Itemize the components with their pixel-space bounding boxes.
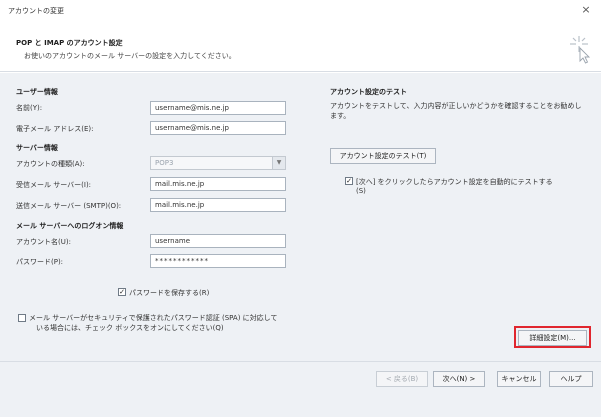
email-label: 電子メール アドレス(E): — [16, 125, 94, 133]
section-server-info: サーバー情報 — [16, 144, 58, 152]
spa-checkbox[interactable] — [18, 314, 26, 322]
account-name-field[interactable]: username — [150, 234, 286, 248]
account-settings-dialog: アカウントの変更 × POP と IMAP のアカウント設定 お使いのアカウント… — [0, 0, 601, 417]
dialog-footer — [0, 361, 601, 417]
window-title: アカウントの変更 — [8, 7, 64, 15]
outgoing-server-label: 送信メール サーバー (SMTP)(O): — [16, 202, 122, 210]
cursor-sparkle-icon — [570, 36, 591, 64]
header-subtitle: お使いのアカウントのメール サーバーの設定を入力してください。 — [24, 52, 236, 60]
account-type-select: POP3 — [150, 156, 286, 170]
auto-test-checkbox[interactable]: ✓ — [345, 177, 353, 185]
highlight-box — [514, 326, 591, 348]
chevron-down-icon: ▼ — [272, 157, 285, 169]
section-test-settings: アカウント設定のテスト — [330, 88, 407, 96]
password-label: パスワード(P): — [16, 258, 64, 266]
section-user-info: ユーザー情報 — [16, 88, 58, 96]
section-logon-info: メール サーバーへのログオン情報 — [16, 222, 124, 230]
name-field[interactable]: username@mis.ne.jp — [150, 101, 286, 115]
remember-password-label: パスワードを保存する(R) — [129, 289, 210, 297]
next-button[interactable]: 次へ(N) > — [433, 371, 485, 387]
name-label: 名前(Y): — [16, 104, 43, 112]
test-description: アカウントをテストして、入力内容が正しいかどうかを確認することをお勧めします。 — [330, 102, 582, 120]
account-type-value: POP3 — [155, 159, 174, 167]
title-bar: アカウントの変更 × — [0, 0, 601, 22]
password-field[interactable]: ************ — [150, 254, 286, 268]
outgoing-server-field[interactable]: mail.mis.ne.jp — [150, 198, 286, 212]
spa-label-line1: メール サーバーがセキュリティで保護されたパスワード認証 (SPA) に対応して — [29, 314, 278, 322]
close-icon[interactable]: × — [578, 3, 594, 17]
account-type-label: アカウントの種類(A): — [16, 160, 85, 168]
back-button[interactable]: < 戻る(B) — [376, 371, 428, 387]
spa-label-line2: いる場合には、チェック ボックスをオンにしてください(Q) — [36, 324, 224, 332]
header-title: POP と IMAP のアカウント設定 — [16, 39, 123, 47]
incoming-server-label: 受信メール サーバー(I): — [16, 181, 92, 189]
remember-password-checkbox[interactable]: ✓ — [118, 288, 126, 296]
incoming-server-field[interactable]: mail.mis.ne.jp — [150, 177, 286, 191]
auto-test-label-line2: (S) — [356, 187, 366, 195]
email-field[interactable]: username@mis.ne.jp — [150, 121, 286, 135]
auto-test-label-line1: [次へ] をクリックしたらアカウント設定を自動的にテストする — [356, 178, 553, 186]
cancel-button[interactable]: キャンセル — [497, 371, 541, 387]
test-account-button[interactable]: アカウント設定のテスト(T) — [330, 148, 436, 164]
help-button[interactable]: ヘルプ — [549, 371, 593, 387]
account-name-label: アカウント名(U): — [16, 238, 71, 246]
